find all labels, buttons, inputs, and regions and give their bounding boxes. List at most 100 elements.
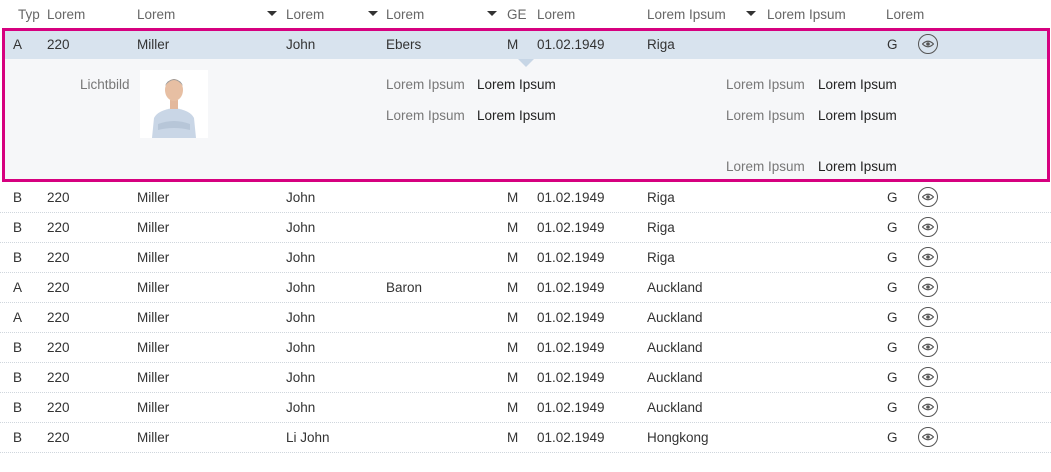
cell-last-name: Miller (137, 310, 170, 325)
cell-g: G (887, 190, 898, 205)
cell-city: Auckland (647, 400, 703, 415)
cell-city: Riga (647, 190, 675, 205)
table-row[interactable]: B 220 Miller John M 01.02.1949 Auckland … (0, 393, 1051, 423)
field-label-1: Lorem Ipsum (386, 77, 465, 92)
cell-city: Riga (647, 220, 675, 235)
cell-date: 01.02.1949 (537, 370, 605, 385)
detail-pointer (518, 59, 534, 67)
table-row[interactable]: A 220 Miller John M 01.02.1949 Auckland … (0, 303, 1051, 333)
cell-date: 01.02.1949 (537, 400, 605, 415)
eye-icon[interactable] (918, 187, 938, 207)
cell-ge: M (507, 370, 519, 385)
cell-g: G (887, 400, 898, 415)
cell-first-name: John (286, 310, 316, 325)
selected-row-cells[interactable]: A 220 Miller John Ebers M 01.02.1949 Rig… (0, 31, 1051, 59)
header-col8[interactable]: Lorem Ipsum (647, 7, 726, 22)
field-label-3: Lorem Ipsum (726, 77, 805, 92)
cell-date: 01.02.1949 (537, 280, 605, 295)
header-col10[interactable]: Lorem (886, 7, 924, 22)
cell-num: 220 (47, 400, 70, 415)
cell-ge: M (507, 190, 519, 205)
cell-date: 01.02.1949 (537, 190, 605, 205)
cell-g: G (887, 250, 898, 265)
eye-icon[interactable] (918, 367, 938, 387)
header-col3[interactable]: Lorem (137, 7, 175, 22)
eye-icon[interactable] (918, 397, 938, 417)
header-ge[interactable]: GE (507, 7, 527, 22)
eye-icon[interactable] (918, 277, 938, 297)
cell-date: 01.02.1949 (537, 250, 605, 265)
cell-first-name: John (286, 220, 316, 235)
sort-caret-icon[interactable] (368, 11, 378, 16)
table-row[interactable]: B 220 Miller Li John M 01.02.1949 Hongko… (0, 423, 1051, 453)
eye-icon[interactable] (918, 247, 938, 267)
sort-caret-icon[interactable] (487, 11, 497, 16)
field-value-1: Lorem Ipsum (477, 77, 556, 92)
cell-last-name: Miller (137, 220, 170, 235)
cell-num: 220 (47, 250, 70, 265)
table-row[interactable]: B 220 Miller John M 01.02.1949 Auckland … (0, 333, 1051, 363)
field-label-5: Lorem Ipsum (726, 159, 805, 174)
eye-icon[interactable] (918, 34, 938, 54)
cell-city: Auckland (647, 310, 703, 325)
cell-last-name: Miller (137, 190, 170, 205)
table-row[interactable]: A 220 Miller John Baron M 01.02.1949 Auc… (0, 273, 1051, 303)
table-row[interactable]: B 220 Miller John M 01.02.1949 Auckland … (0, 363, 1051, 393)
cell-last-name: Miller (137, 370, 170, 385)
header-col2[interactable]: Lorem (47, 7, 85, 22)
cell-first-name: John (286, 280, 316, 295)
header-col9[interactable]: Lorem Ipsum (767, 7, 846, 22)
cell-num: 220 (47, 370, 70, 385)
cell-typ: B (13, 220, 23, 235)
cell-city: Riga (647, 37, 675, 52)
eye-icon[interactable] (918, 427, 938, 447)
eye-icon[interactable] (918, 217, 938, 237)
cell-num: 220 (47, 280, 70, 295)
cell-g: G (887, 370, 898, 385)
field-value-3: Lorem Ipsum (818, 77, 897, 92)
cell-typ: B (13, 370, 23, 385)
cell-g: G (887, 37, 898, 52)
cell-num: 220 (47, 310, 70, 325)
eye-icon[interactable] (918, 337, 938, 357)
cell-city: Hongkong (647, 430, 709, 445)
cell-first-name: John (286, 37, 316, 52)
cell-last-name: Miller (137, 400, 170, 415)
sort-caret-icon[interactable] (746, 11, 756, 16)
cell-last-name: Miller (137, 340, 170, 355)
field-label-4: Lorem Ipsum (726, 108, 805, 123)
photo-label: Lichtbild (80, 77, 130, 92)
header-typ[interactable]: Typ (18, 7, 40, 22)
field-value-5: Lorem Ipsum (818, 159, 897, 174)
cell-ge: M (507, 430, 519, 445)
cell-typ: A (13, 280, 23, 295)
header-col5[interactable]: Lorem (386, 7, 424, 22)
cell-first-name: John (286, 250, 316, 265)
cell-typ: B (13, 250, 23, 265)
cell-num: 220 (47, 37, 70, 52)
person-photo (140, 70, 208, 138)
cell-city: Auckland (647, 280, 703, 295)
cell-num: 220 (47, 190, 70, 205)
cell-city: Auckland (647, 370, 703, 385)
table-row[interactable]: B 220 Miller John M 01.02.1949 Riga G (0, 243, 1051, 273)
table-row[interactable]: B 220 Miller John M 01.02.1949 Riga G (0, 183, 1051, 213)
cell-first-name: Li John (286, 430, 330, 445)
cell-first-name: John (286, 340, 316, 355)
eye-icon[interactable] (918, 307, 938, 327)
header-col7[interactable]: Lorem (537, 7, 575, 22)
field-value-2: Lorem Ipsum (477, 108, 556, 123)
cell-last-name: Miller (137, 280, 170, 295)
field-label-2: Lorem Ipsum (386, 108, 465, 123)
cell-ge: M (507, 310, 519, 325)
table-row[interactable]: B 220 Miller John M 01.02.1949 Riga G (0, 213, 1051, 243)
cell-date: 01.02.1949 (537, 37, 605, 52)
table-header: Typ Lorem Lorem Lorem Lorem GE Lorem Lor… (0, 0, 1051, 28)
cell-g: G (887, 220, 898, 235)
cell-date: 01.02.1949 (537, 430, 605, 445)
cell-typ: B (13, 400, 23, 415)
header-col4[interactable]: Lorem (286, 7, 324, 22)
cell-g: G (887, 310, 898, 325)
cell-num: 220 (47, 430, 70, 445)
sort-caret-icon[interactable] (267, 11, 277, 16)
